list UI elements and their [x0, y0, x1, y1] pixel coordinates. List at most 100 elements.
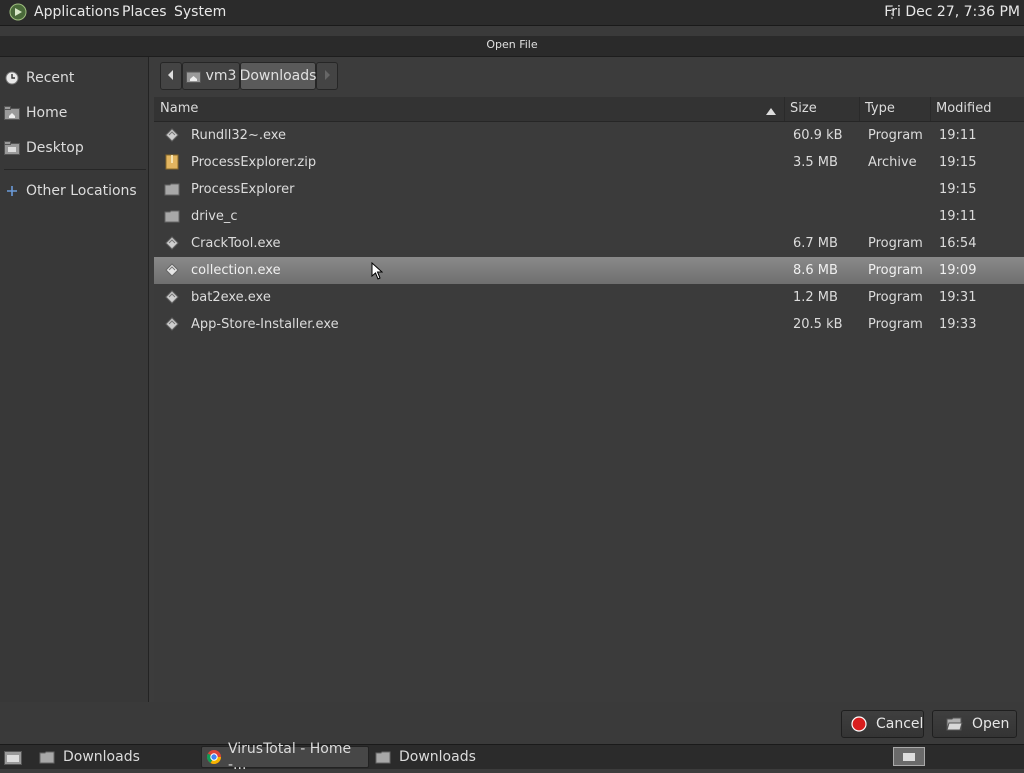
path-segment-label: Downloads [239, 68, 317, 84]
file-modified: 19:31 [939, 290, 977, 305]
file-name: CrackTool.exe [191, 236, 281, 251]
file-row[interactable]: ProcessExplorer 19:15 [154, 176, 1024, 203]
menu-places[interactable]: Places [122, 3, 167, 21]
folder-icon [164, 208, 180, 224]
taskbar-item-downloads-2[interactable]: Downloads [371, 746, 531, 768]
chrome-icon [206, 749, 222, 765]
file-row[interactable]: Rundll32~.exe 60.9 kB Program 19:11 [154, 122, 1024, 149]
file-type: Program [868, 290, 923, 305]
open-button-label: Open [972, 716, 1010, 732]
path-segment-vm3[interactable]: vm3 [182, 62, 240, 90]
file-name: Rundll32~.exe [191, 128, 287, 143]
archive-icon [164, 154, 180, 170]
path-segment-downloads[interactable]: Downloads [240, 62, 316, 90]
executable-icon [164, 316, 180, 332]
file-row-selected[interactable]: collection.exe 8.6 MB Program 19:09 [154, 257, 1024, 284]
file-list: Name Size Type Modified Rundll32~.exe 60… [154, 97, 1024, 702]
file-modified: 19:09 [939, 263, 977, 278]
file-row[interactable]: drive_c 19:11 [154, 203, 1024, 230]
cancel-button[interactable]: Cancel [841, 710, 924, 738]
column-header-size[interactable]: Size [790, 101, 817, 116]
file-row[interactable]: ProcessExplorer.zip 3.5 MB Archive 19:15 [154, 149, 1024, 176]
sidebar-item-label: Other Locations [26, 183, 137, 199]
file-modified: 19:11 [939, 209, 977, 224]
top-panel: Applications Places System Fri Dec 27, 7… [0, 0, 1024, 26]
file-type: Program [868, 128, 923, 143]
sidebar-item-other-locations[interactable]: Other Locations [4, 178, 144, 204]
sidebar-item-label: Desktop [26, 140, 84, 156]
file-modified: 19:15 [939, 182, 977, 197]
places-sidebar: Recent Home Desktop Other Locations [0, 57, 149, 702]
executable-icon [164, 235, 180, 251]
file-size: 8.6 MB [793, 263, 838, 278]
menu-applications[interactable]: Applications [34, 3, 120, 21]
taskbar-item-label: Downloads [399, 749, 476, 765]
executable-icon [164, 262, 180, 278]
sidebar-item-desktop[interactable]: Desktop [4, 135, 144, 161]
window-top-strip [0, 26, 1024, 36]
column-header-name[interactable]: Name [160, 101, 198, 116]
desktop-folder-icon [4, 140, 20, 156]
sidebar-item-label: Home [26, 105, 68, 121]
file-type: Program [868, 317, 923, 332]
path-segment-label: vm3 [205, 68, 237, 84]
show-desktop-icon[interactable] [4, 749, 22, 769]
mouse-cursor-icon [371, 261, 384, 284]
workspace-window-icon [903, 753, 915, 761]
taskbar-item-downloads[interactable]: Downloads [35, 746, 195, 768]
column-header-type[interactable]: Type [865, 101, 895, 116]
workspace-switcher[interactable] [893, 747, 925, 766]
file-type: Program [868, 236, 923, 251]
sidebar-item-home[interactable]: Home [4, 100, 144, 126]
file-size: 60.9 kB [793, 128, 843, 143]
clock-icon [4, 70, 20, 86]
file-name: ProcessExplorer.zip [191, 155, 317, 170]
executable-icon [164, 127, 180, 143]
file-modified: 19:33 [939, 317, 977, 332]
file-name: drive_c [191, 209, 238, 224]
sort-ascending-icon [766, 104, 776, 119]
path-forward-button[interactable] [316, 62, 338, 90]
open-folder-icon [946, 717, 963, 731]
file-name: collection.exe [191, 263, 281, 278]
file-size: 6.7 MB [793, 236, 838, 251]
taskbar-item-virustotal[interactable]: VirusTotal - Home -... [201, 741, 369, 773]
folder-icon [164, 181, 180, 197]
file-modified: 19:11 [939, 128, 977, 143]
file-name: ProcessExplorer [191, 182, 295, 197]
home-folder-icon [4, 105, 20, 121]
sidebar-separator [4, 169, 146, 170]
sidebar-item-label: Recent [26, 70, 75, 86]
file-type: Archive [868, 155, 917, 170]
window-title: Open File [0, 36, 1024, 57]
chevron-right-icon [323, 68, 331, 84]
file-list-header: Name Size Type Modified [154, 97, 1024, 122]
column-header-modified[interactable]: Modified [936, 101, 991, 116]
folder-icon [39, 750, 55, 764]
menu-system[interactable]: System [174, 3, 226, 21]
folder-icon [375, 750, 391, 764]
file-size: 3.5 MB [793, 155, 838, 170]
file-type: Program [868, 263, 923, 278]
file-row[interactable]: CrackTool.exe 6.7 MB Program 16:54 [154, 230, 1024, 257]
cancel-button-label: Cancel [876, 716, 924, 732]
path-back-button[interactable] [160, 62, 182, 90]
sidebar-item-recent[interactable]: Recent [4, 65, 144, 91]
file-modified: 16:54 [939, 236, 977, 251]
distro-logo-icon[interactable] [9, 3, 27, 21]
file-modified: 19:15 [939, 155, 977, 170]
open-button[interactable]: Open [932, 710, 1017, 738]
file-name: App-Store-Installer.exe [191, 317, 339, 332]
file-row[interactable]: bat2exe.exe 1.2 MB Program 19:31 [154, 284, 1024, 311]
file-name: bat2exe.exe [191, 290, 271, 305]
home-icon [185, 70, 201, 83]
path-bar: vm3 Downloads [160, 62, 340, 90]
taskbar-item-label: Downloads [63, 749, 140, 765]
file-row[interactable]: App-Store-Installer.exe 20.5 kB Program … [154, 311, 1024, 338]
clock[interactable]: Fri Dec 27, 7:36 PM [884, 3, 1020, 21]
taskbar: Downloads VirusTotal - Home -... Downloa… [0, 741, 1024, 773]
file-size: 1.2 MB [793, 290, 838, 305]
cancel-icon [851, 716, 867, 732]
taskbar-item-label: VirusTotal - Home -... [228, 741, 352, 773]
executable-icon [164, 289, 180, 305]
